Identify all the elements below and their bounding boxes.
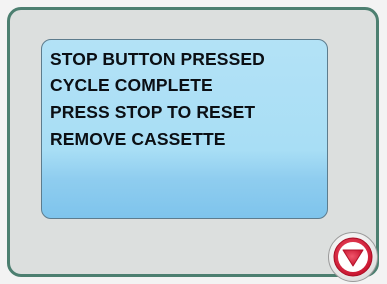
status-line-remove-cassette: REMOVE CASSETTE [50, 129, 226, 149]
control-panel: STOP BUTTON PRESSED CYCLE COMPLETE PRESS… [7, 7, 379, 282]
stop-button[interactable] [328, 232, 378, 282]
status-display: STOP BUTTON PRESSED CYCLE COMPLETE PRESS… [41, 39, 328, 219]
stop-triangle-icon [333, 237, 373, 277]
status-line-cycle-complete: CYCLE COMPLETE [50, 75, 213, 95]
status-line-stop-pressed: STOP BUTTON PRESSED [50, 49, 265, 69]
status-line-press-stop: PRESS STOP TO RESET [50, 102, 256, 122]
